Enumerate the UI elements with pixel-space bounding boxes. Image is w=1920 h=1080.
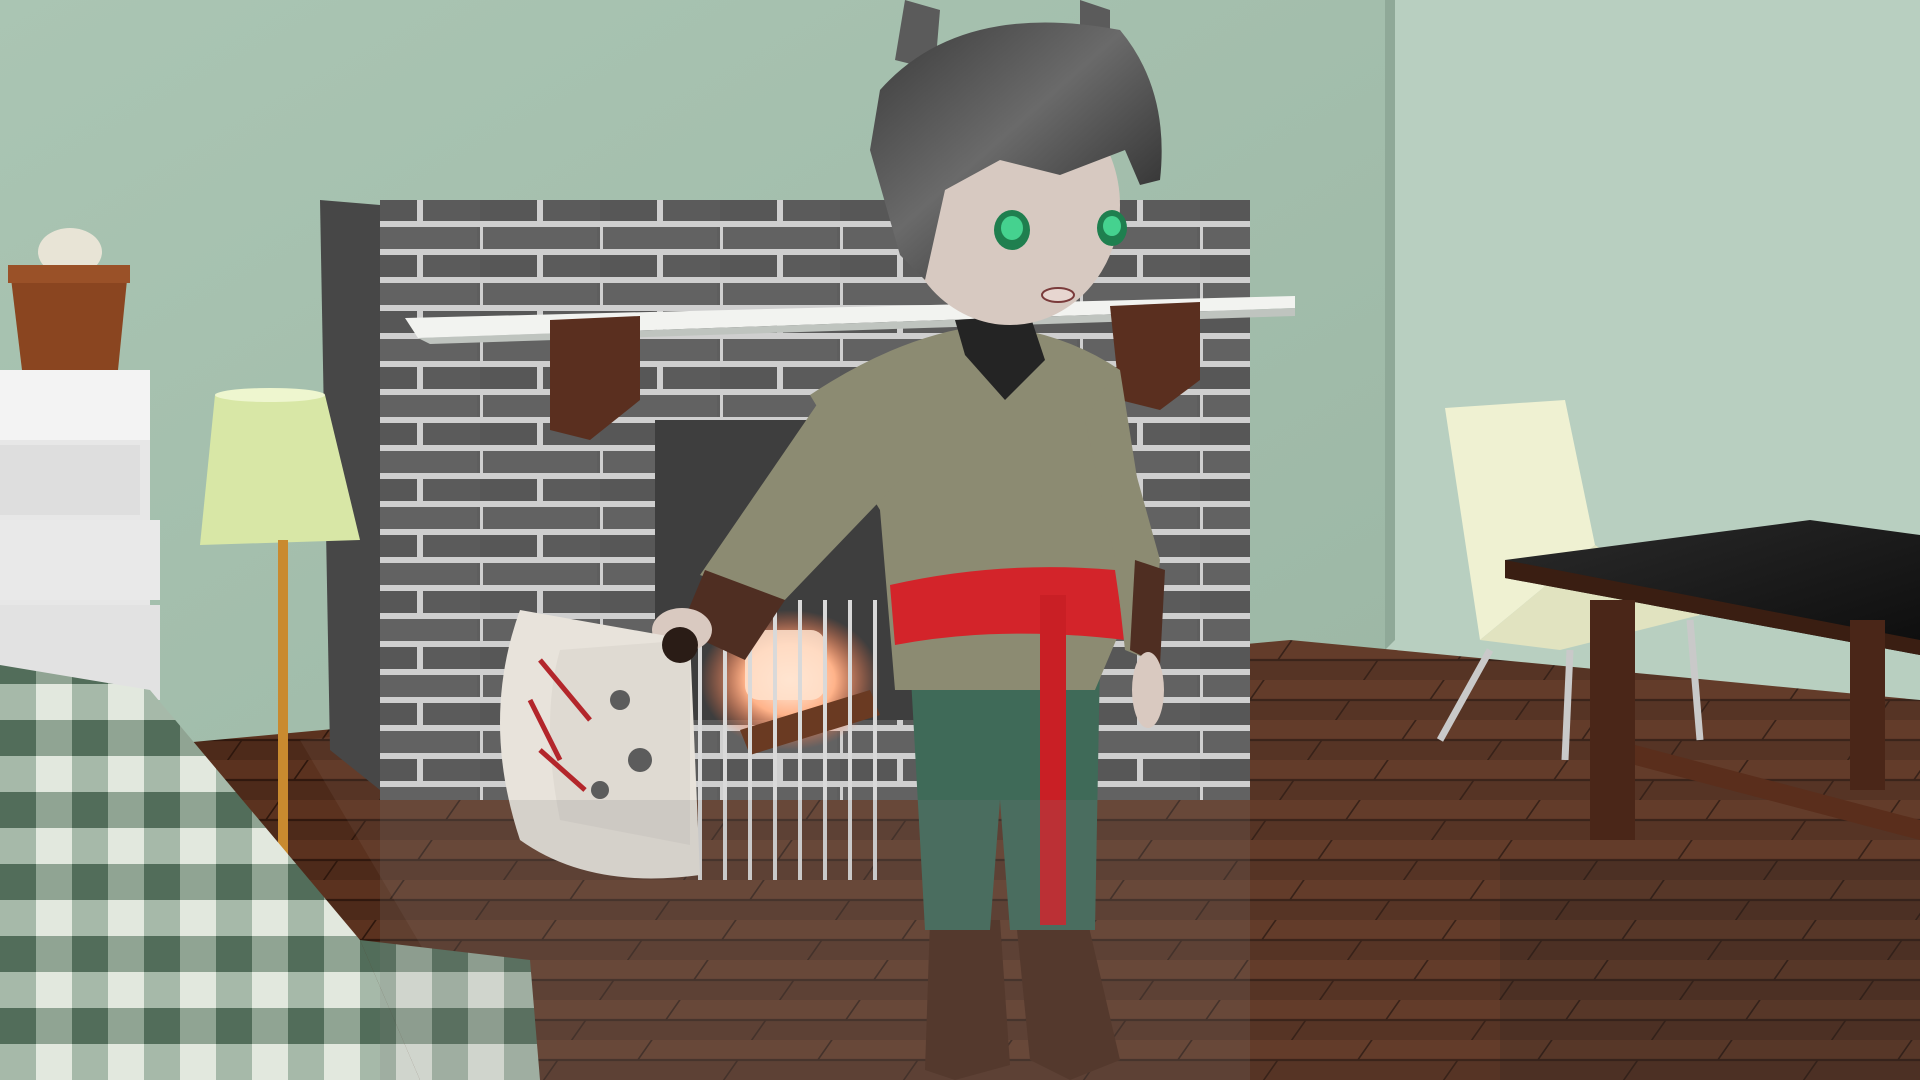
white-dresser	[0, 370, 160, 700]
rendered-room-scene	[0, 0, 1920, 1080]
